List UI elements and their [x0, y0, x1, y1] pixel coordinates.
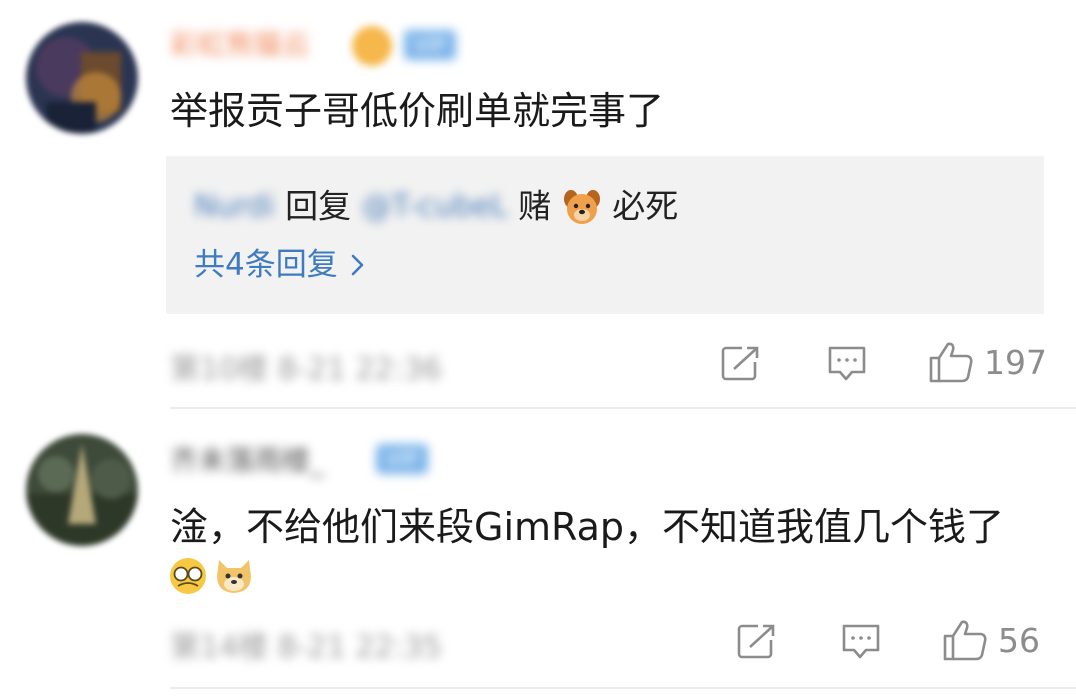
like-button[interactable]: 56: [942, 618, 1040, 662]
thumbs-up-icon: [929, 342, 973, 383]
comment-icon: [828, 346, 866, 381]
facepalm-glasses-icon: [170, 558, 206, 594]
comment-meta: 第10楼 8-21 22:36: [170, 352, 442, 387]
more-replies-link[interactable]: 共4条回复: [194, 244, 368, 286]
dog-face-icon: [563, 189, 600, 224]
like-count: 197: [984, 342, 1047, 382]
emoji-row: [168, 556, 255, 598]
divider: [170, 407, 1076, 409]
doge-icon: [217, 560, 252, 593]
share-icon: [721, 346, 759, 381]
comment-icon: [842, 624, 880, 659]
reply-line: Nurdi 回复 @T-cubeL 赌 必死: [194, 182, 678, 228]
divider: [170, 687, 1076, 689]
repost-button[interactable]: [720, 344, 762, 382]
username[interactable]: 彩虹熊猫云: [170, 28, 310, 62]
like-count: 56: [998, 620, 1040, 660]
comment-item: 齐未落雨楼_ VIP 淦，不给他们来段GimRap，不知道我值几个钱了 第14楼…: [0, 410, 1076, 697]
thumbs-up-icon: [943, 620, 987, 661]
repost-button[interactable]: [736, 622, 778, 660]
vip-badge: VIP: [404, 30, 456, 60]
like-button[interactable]: 197: [928, 340, 1047, 384]
reply-box[interactable]: Nurdi 回复 @T-cubeL 赌 必死 共4条回复: [166, 156, 1044, 314]
share-icon: [737, 624, 775, 659]
reply-target[interactable]: @T-cubeL: [362, 184, 508, 230]
avatar[interactable]: [26, 434, 138, 546]
avatar[interactable]: [26, 22, 138, 134]
comment-button[interactable]: [826, 344, 868, 384]
chevron-right-icon: [351, 254, 363, 276]
comment-text: 举报贡子哥低价刷单就完事了: [170, 89, 665, 133]
comment-text: 淦，不给他们来段GimRap，不知道我值几个钱了: [170, 505, 1004, 549]
reply-author[interactable]: Nurdi: [194, 184, 275, 230]
comment-button[interactable]: [840, 622, 882, 662]
reply-text-after: 必死: [612, 186, 679, 226]
vip-badge: VIP: [376, 444, 428, 474]
comment-item: 彩虹熊猫云 VIP 举报贡子哥低价刷单就完事了 Nurdi 回复 @T-cube…: [0, 0, 1076, 410]
reply-verb: 回复: [285, 186, 352, 226]
more-replies-label: 共4条回复: [194, 247, 348, 283]
badge-icon: [352, 26, 392, 66]
username[interactable]: 齐未落雨楼_: [170, 444, 324, 478]
comment-meta: 第14楼 8-21 22:35: [170, 630, 442, 665]
reply-text-before: 赌: [518, 186, 552, 226]
